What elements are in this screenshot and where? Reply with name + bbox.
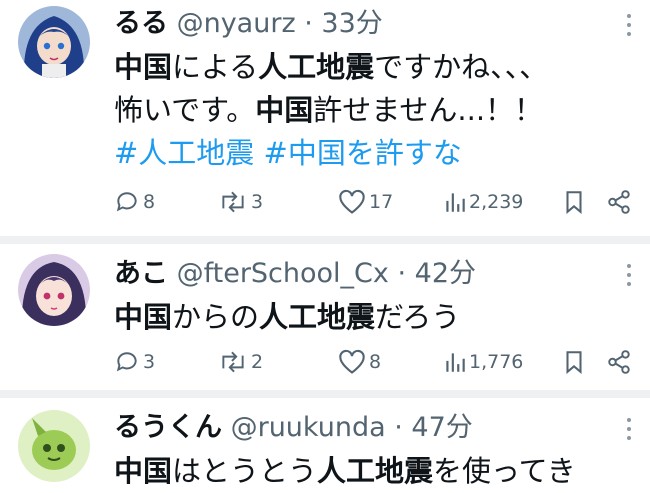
- post-2[interactable]: あこ @fterSchool_Cx · 42分 中国からの人工地震だろう 3 2…: [0, 244, 650, 390]
- views-icon: [446, 193, 465, 212]
- views-count: 2,239: [469, 191, 524, 213]
- display-name[interactable]: るうくん: [114, 412, 222, 443]
- post-header: るうくん @ruukunda · 47分: [114, 406, 631, 450]
- text-segment: 中国: [114, 300, 173, 334]
- text-segment: だろう: [375, 300, 461, 334]
- text-segment: ですかね、、、: [374, 50, 549, 84]
- views-count: 1,776: [469, 351, 524, 373]
- text-segment: 中国: [114, 50, 173, 84]
- like-button[interactable]: 8: [338, 346, 381, 378]
- share-icon: [608, 190, 630, 214]
- hashtags-link[interactable]: #人工地震 #中国を許すな: [114, 132, 630, 175]
- like-count: 8: [369, 351, 382, 373]
- display-name[interactable]: あこ: [114, 258, 168, 289]
- post-time[interactable]: 33分: [321, 8, 382, 39]
- repost-button[interactable]: 2: [218, 346, 263, 378]
- text-segment: を使ってき: [433, 454, 576, 488]
- reply-button[interactable]: 3: [114, 346, 155, 378]
- reply-icon: [116, 192, 137, 212]
- post-divider: [0, 390, 650, 398]
- repost-button[interactable]: 3: [218, 186, 263, 218]
- separator: ·: [394, 412, 403, 443]
- bookmark-icon: [566, 351, 582, 374]
- share-button[interactable]: [606, 346, 635, 378]
- repost-icon: [222, 351, 244, 373]
- text-segment: はとうとう: [172, 454, 318, 488]
- post-text: 中国による人工地震ですかね、、、 怖いです。中国許せません...！！ #人工地震…: [114, 46, 630, 175]
- post-divider: [0, 236, 650, 244]
- more-icon[interactable]: [624, 264, 634, 288]
- text-segment: からの: [172, 300, 260, 334]
- post-text: 中国からの人工地震だろう: [114, 296, 630, 339]
- reply-count: 8: [143, 191, 156, 213]
- text-segment: による: [172, 50, 259, 84]
- views-icon: [446, 353, 465, 372]
- text-segment: 人工地震: [258, 50, 375, 84]
- user-handle[interactable]: @fterSchool_Cx: [177, 258, 389, 289]
- repost-count: 3: [251, 191, 264, 213]
- post-time[interactable]: 42分: [415, 258, 476, 289]
- post-line: 中国からの人工地震だろう: [114, 296, 630, 339]
- repost-count: 2: [251, 351, 264, 373]
- avatar[interactable]: [18, 254, 90, 326]
- reply-button[interactable]: 8: [114, 186, 155, 218]
- post-text: 中国はとうとう人工地震を使ってき: [114, 450, 630, 493]
- separator: ·: [397, 258, 407, 289]
- bookmark-button[interactable]: [563, 186, 588, 218]
- text-segment: 中国: [114, 454, 173, 488]
- views-button[interactable]: 2,239: [444, 186, 523, 218]
- views-button[interactable]: 1,776: [444, 346, 523, 378]
- post-line: 中国はとうとう人工地震を使ってき: [114, 450, 630, 493]
- action-bar: 8 3 17 2,239: [0, 186, 650, 218]
- like-icon: [339, 189, 365, 214]
- more-icon[interactable]: [624, 418, 634, 442]
- post-3[interactable]: るうくん @ruukunda · 47分 中国はとうとう人工地震を使ってき: [0, 398, 650, 490]
- post-header: あこ @fterSchool_Cx · 42分: [114, 252, 631, 296]
- more-icon[interactable]: [624, 14, 634, 38]
- post-header: るる @nyaurz · 33分: [114, 2, 631, 46]
- repost-icon: [222, 191, 244, 213]
- user-handle[interactable]: @ruukunda: [231, 412, 386, 443]
- like-icon: [339, 349, 365, 374]
- text-segment: 中国: [255, 93, 314, 127]
- post-time[interactable]: 47分: [411, 412, 472, 443]
- post-line: 中国による人工地震ですかね、、、: [114, 46, 630, 89]
- avatar[interactable]: [18, 6, 90, 78]
- like-button[interactable]: 17: [338, 186, 393, 218]
- like-count: 17: [369, 191, 394, 213]
- separator: ·: [304, 8, 313, 39]
- text-segment: 人工地震: [259, 300, 376, 334]
- action-bar: 3 2 8 1,776: [0, 346, 650, 378]
- bookmark-icon: [566, 191, 582, 214]
- bookmark-button[interactable]: [563, 346, 588, 378]
- text-segment: 人工地震: [317, 454, 434, 488]
- text-segment: 許せません...！！: [313, 93, 544, 127]
- share-button[interactable]: [606, 186, 635, 218]
- text-segment: 怖いです。: [114, 93, 256, 127]
- reply-icon: [116, 352, 137, 372]
- post-line: 怖いです。中国許せません...！！: [114, 89, 630, 132]
- share-icon: [608, 350, 630, 374]
- avatar[interactable]: [18, 410, 90, 482]
- reply-count: 3: [143, 351, 156, 373]
- display-name[interactable]: るる: [114, 8, 168, 39]
- user-handle[interactable]: @nyaurz: [177, 8, 296, 39]
- post-1[interactable]: るる @nyaurz · 33分 中国による人工地震ですかね、、、 怖いです。中…: [0, 0, 650, 236]
